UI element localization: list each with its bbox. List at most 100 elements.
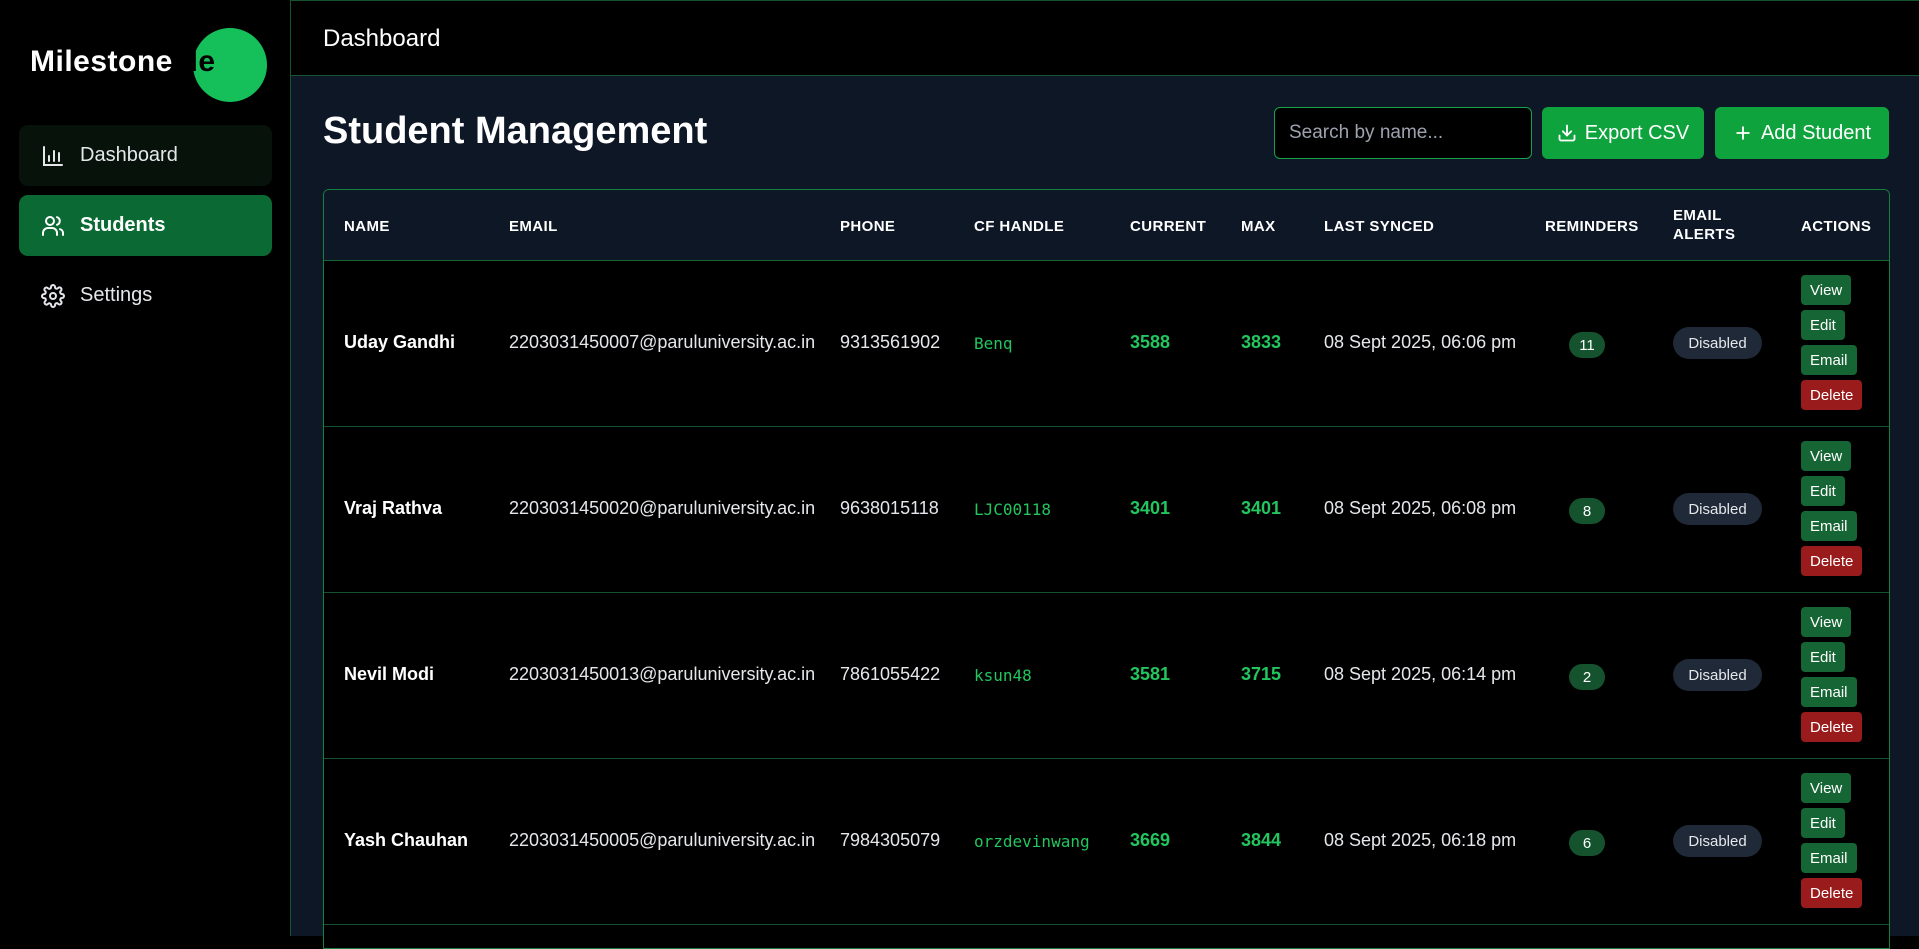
table-row[interactable]: Nevil Modi 2203031450013@paruluniversity.…	[324, 593, 1889, 759]
column-header-email-alerts[interactable]: EMAIL ALERTS	[1673, 206, 1735, 244]
main-content: Student Management Export CSV Add Studen…	[291, 76, 1919, 949]
column-header-email-alerts-line2: ALERTS	[1673, 226, 1736, 243]
column-header-reminders[interactable]: REMINDERS	[1545, 217, 1639, 236]
view-button[interactable]: View	[1801, 773, 1852, 803]
student-max-rating: 3715	[1241, 664, 1282, 684]
table-row[interactable]: Yash Chauhan 2203031450005@paruluniversit…	[324, 759, 1889, 925]
student-current-rating: 3588	[1130, 332, 1171, 352]
student-max-rating: 3844	[1241, 830, 1282, 850]
student-name: Vraj Rathva	[344, 498, 443, 518]
student-current-rating: 3581	[1130, 664, 1171, 684]
student-phone: 9638015118	[840, 498, 939, 518]
delete-button[interactable]: Delete	[1801, 546, 1863, 576]
table-row[interactable]: Vraj Rathva 2203031450020@paruluniversity…	[324, 427, 1889, 593]
users-icon	[41, 214, 65, 238]
sidebar-item-label: Settings	[80, 284, 153, 306]
email-button[interactable]: Email	[1801, 843, 1857, 873]
student-phone: 9313561902	[840, 332, 941, 352]
logo-text-part2: Me	[172, 45, 216, 78]
student-current-rating: 3401	[1130, 498, 1171, 518]
email-button[interactable]: Email	[1801, 677, 1857, 707]
student-name: Yash Chauhan	[344, 830, 469, 850]
student-cf-handle: ksun48	[974, 666, 1032, 685]
student-name: Nevil Modi	[344, 664, 435, 684]
edit-button[interactable]: Edit	[1801, 476, 1845, 506]
sidebar-item-label: Students	[80, 214, 166, 236]
column-header-email[interactable]: EMAIL	[509, 217, 558, 236]
sidebar-nav: Dashboard Students Settings	[19, 125, 272, 335]
student-phone: 7861055422	[840, 664, 941, 684]
student-max-rating: 3833	[1241, 332, 1282, 352]
sidebar-item-label: Dashboard	[80, 144, 178, 166]
row-actions: View Edit Email Delete	[1801, 441, 1863, 581]
plus-icon	[1736, 126, 1750, 140]
student-email: 2203031450007@paruluniversity.ac.in	[509, 332, 816, 352]
gear-icon	[41, 283, 65, 308]
table-row[interactable]: Uday Gandhi 2203031450007@paruluniversity…	[324, 261, 1889, 427]
topbar: Dashboard	[291, 0, 1919, 76]
delete-button[interactable]: Delete	[1801, 878, 1863, 908]
email-alerts-badge: Disabled	[1673, 327, 1762, 359]
column-header-max[interactable]: MAX	[1241, 217, 1276, 236]
logo-text: MilestoneMe	[30, 45, 216, 79]
student-last-synced: 08 Sept 2025, 06:14 pm	[1324, 664, 1517, 684]
reminders-badge: 6	[1569, 830, 1605, 856]
row-actions: View Edit Email Delete	[1801, 275, 1863, 415]
email-button[interactable]: Email	[1801, 345, 1857, 375]
student-cf-handle: LJC00118	[974, 500, 1052, 519]
delete-button[interactable]: Delete	[1801, 380, 1863, 410]
search-input[interactable]	[1274, 107, 1532, 159]
student-email: 2203031450020@paruluniversity.ac.in	[509, 498, 816, 518]
student-name: Uday Gandhi	[344, 332, 456, 352]
sidebar: MilestoneMe Dashboard Students Settings	[0, 0, 291, 936]
app-logo[interactable]: MilestoneMe	[30, 28, 270, 102]
student-current-rating: 3669	[1130, 830, 1171, 850]
page-title: Student Management	[323, 110, 708, 152]
sidebar-item-settings[interactable]: Settings	[19, 265, 272, 326]
student-email: 2203031450013@paruluniversity.ac.in	[509, 664, 816, 684]
column-header-phone[interactable]: PHONE	[840, 217, 895, 236]
column-header-name[interactable]: NAME	[344, 217, 390, 236]
sidebar-item-students[interactable]: Students	[19, 195, 272, 256]
student-cf-handle: Benq	[974, 334, 1013, 353]
student-last-synced: 08 Sept 2025, 06:18 pm	[1324, 830, 1517, 850]
delete-button[interactable]: Delete	[1801, 712, 1863, 742]
column-header-actions: ACTIONS	[1801, 218, 1872, 235]
add-student-label: Add Student	[1760, 121, 1872, 144]
add-student-button[interactable]: Add Student	[1715, 107, 1889, 159]
student-max-rating: 3401	[1241, 498, 1282, 518]
reminders-badge: 8	[1569, 498, 1605, 524]
download-icon	[1558, 124, 1576, 142]
reminders-badge: 11	[1569, 332, 1605, 358]
email-button[interactable]: Email	[1801, 511, 1857, 541]
student-cf-handle: orzdevinwang	[974, 832, 1090, 851]
bar-chart-icon	[41, 144, 65, 168]
column-header-last-synced[interactable]: LAST SYNCED	[1324, 217, 1434, 236]
email-alerts-badge: Disabled	[1673, 825, 1762, 857]
column-header-cf-handle[interactable]: CF HANDLE	[974, 217, 1064, 236]
table-header: NAME EMAIL PHONE CF HANDLE CURRENT MAX L…	[324, 190, 1889, 261]
topbar-title: Dashboard	[323, 25, 441, 52]
view-button[interactable]: View	[1801, 441, 1852, 471]
student-phone: 7984305079	[840, 830, 941, 850]
edit-button[interactable]: Edit	[1801, 808, 1845, 838]
reminders-badge: 2	[1569, 664, 1605, 690]
student-last-synced: 08 Sept 2025, 06:08 pm	[1324, 498, 1517, 518]
student-last-synced: 08 Sept 2025, 06:06 pm	[1324, 332, 1517, 352]
edit-button[interactable]: Edit	[1801, 642, 1845, 672]
student-email: 2203031450005@paruluniversity.ac.in	[509, 830, 816, 850]
students-table: NAME EMAIL PHONE CF HANDLE CURRENT MAX L…	[323, 189, 1890, 949]
email-alerts-badge: Disabled	[1673, 493, 1762, 525]
row-actions: View Edit Email Delete	[1801, 773, 1863, 913]
logo-text-part1: Milestone	[30, 45, 173, 78]
row-actions: View Edit Email Delete	[1801, 607, 1863, 747]
column-header-email-alerts-line1: EMAIL	[1673, 207, 1722, 224]
email-alerts-badge: Disabled	[1673, 659, 1762, 691]
export-csv-button[interactable]: Export CSV	[1542, 107, 1704, 159]
column-header-current[interactable]: CURRENT	[1130, 217, 1206, 236]
view-button[interactable]: View	[1801, 607, 1852, 637]
edit-button[interactable]: Edit	[1801, 310, 1845, 340]
export-csv-label: Export CSV	[1584, 121, 1690, 144]
sidebar-item-dashboard[interactable]: Dashboard	[19, 125, 272, 186]
view-button[interactable]: View	[1801, 275, 1852, 305]
